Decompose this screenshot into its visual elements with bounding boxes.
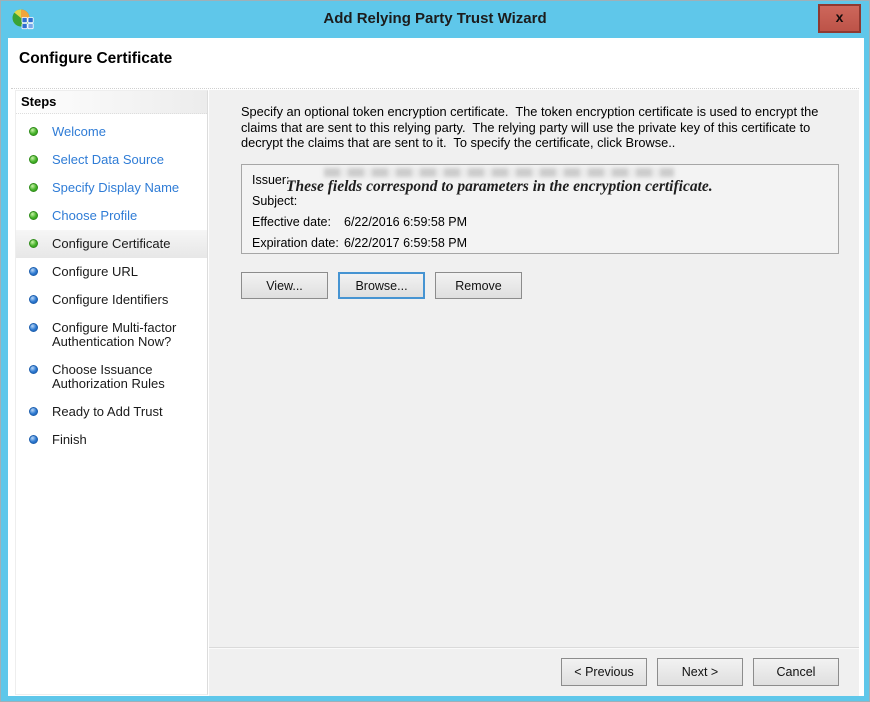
steps-header: Steps bbox=[16, 91, 207, 114]
close-icon: x bbox=[836, 9, 844, 25]
sidebar-item-select-data-source[interactable]: Select Data Source bbox=[16, 146, 207, 174]
remove-button[interactable]: Remove bbox=[435, 272, 522, 299]
sidebar-item-configure-identifiers: Configure Identifiers bbox=[16, 286, 207, 314]
step-bullet-icon bbox=[29, 365, 38, 374]
wizard-window: Add Relying Party Trust Wizard x Configu… bbox=[0, 0, 870, 702]
certificate-box: These fields correspond to parameters in… bbox=[241, 164, 839, 254]
cancel-button[interactable]: Cancel bbox=[753, 658, 839, 686]
step-bullet-icon bbox=[29, 155, 38, 164]
step-label: Ready to Add Trust bbox=[52, 404, 163, 419]
sidebar-item-ready-to-add-trust: Ready to Add Trust bbox=[16, 398, 207, 426]
step-bullet-icon bbox=[29, 183, 38, 192]
step-bullet-icon bbox=[29, 239, 38, 248]
effective-date-row: Effective date: 6/22/2016 6:59:58 PM bbox=[242, 211, 838, 232]
effective-date-label: Effective date: bbox=[252, 215, 344, 229]
sidebar-item-configure-url: Configure URL bbox=[16, 258, 207, 286]
step-bullet-icon bbox=[29, 211, 38, 220]
step-label: Select Data Source bbox=[52, 152, 164, 167]
steps-sidebar: Steps Welcome Select Data Source Specify… bbox=[15, 90, 208, 695]
step-bullet-icon bbox=[29, 323, 38, 332]
sidebar-item-specify-display-name[interactable]: Specify Display Name bbox=[16, 174, 207, 202]
browse-button[interactable]: Browse... bbox=[338, 272, 425, 299]
step-label: Specify Display Name bbox=[52, 180, 179, 195]
page-title: Configure Certificate bbox=[19, 50, 172, 68]
step-bullet-icon bbox=[29, 127, 38, 136]
heading-divider bbox=[11, 88, 859, 89]
steps-list: Welcome Select Data Source Specify Displ… bbox=[16, 114, 207, 454]
sidebar-item-configure-certificate: Configure Certificate bbox=[16, 230, 207, 258]
step-bullet-icon bbox=[29, 267, 38, 276]
sidebar-item-configure-multi-factor-authentication-now: Configure Multi-factor Authentication No… bbox=[16, 314, 207, 356]
sidebar-item-finish: Finish bbox=[16, 426, 207, 454]
redacted-text-blur bbox=[324, 168, 674, 177]
certificate-actions: View... Browse... Remove bbox=[241, 272, 522, 299]
sidebar-item-choose-profile[interactable]: Choose Profile bbox=[16, 202, 207, 230]
step-label: Welcome bbox=[52, 124, 106, 139]
effective-date-value: 6/22/2016 6:59:58 PM bbox=[344, 215, 467, 229]
step-bullet-icon bbox=[29, 295, 38, 304]
expiration-date-value: 6/22/2017 6:59:58 PM bbox=[344, 236, 467, 250]
close-button[interactable]: x bbox=[818, 4, 861, 33]
intro-text: Specify an optional token encryption cer… bbox=[241, 104, 841, 151]
titlebar: Add Relying Party Trust Wizard x bbox=[1, 1, 869, 38]
step-label: Configure Certificate bbox=[52, 236, 171, 251]
expiration-date-label: Expiration date: bbox=[252, 236, 344, 250]
step-bullet-icon bbox=[29, 435, 38, 444]
step-label: Configure Identifiers bbox=[52, 292, 168, 307]
footer: < Previous Next > Cancel bbox=[209, 648, 859, 696]
step-label: Finish bbox=[52, 432, 87, 447]
step-bullet-icon bbox=[29, 407, 38, 416]
sidebar-item-choose-issuance-authorization-rules: Choose Issuance Authorization Rules bbox=[16, 356, 207, 398]
expiration-date-row: Expiration date: 6/22/2017 6:59:58 PM bbox=[242, 232, 838, 253]
step-label: Configure URL bbox=[52, 264, 138, 279]
step-label: Choose Profile bbox=[52, 208, 137, 223]
next-button[interactable]: Next > bbox=[657, 658, 743, 686]
main-panel: Specify an optional token encryption cer… bbox=[209, 90, 859, 696]
step-label: Choose Issuance Authorization Rules bbox=[52, 362, 165, 391]
step-label: Configure Multi-factor Authentication No… bbox=[52, 320, 176, 349]
sidebar-item-welcome[interactable]: Welcome bbox=[16, 118, 207, 146]
view-button[interactable]: View... bbox=[241, 272, 328, 299]
window-title: Add Relying Party Trust Wizard bbox=[1, 1, 869, 38]
previous-button[interactable]: < Previous bbox=[561, 658, 647, 686]
annotation-text: These fields correspond to parameters in… bbox=[286, 178, 834, 196]
